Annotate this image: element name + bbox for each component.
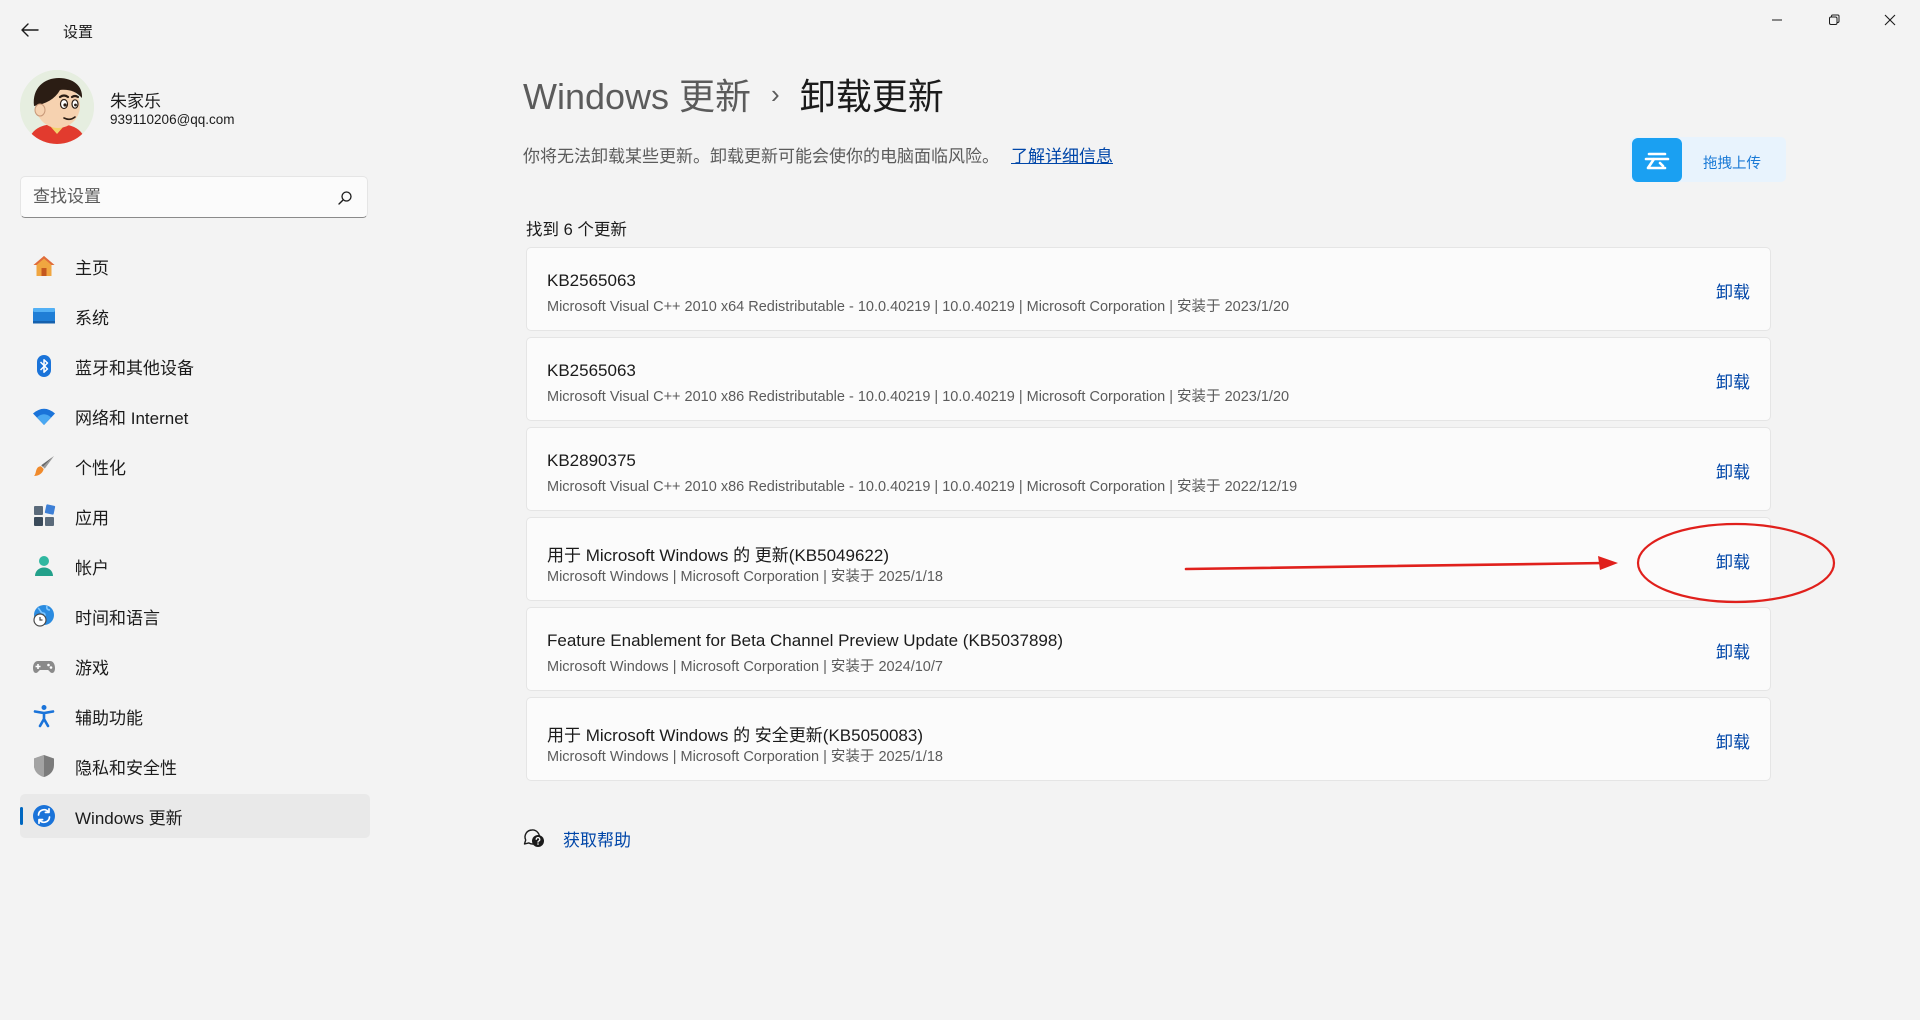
breadcrumb-parent[interactable]: Windows 更新 bbox=[523, 68, 751, 120]
system-icon bbox=[33, 308, 55, 324]
update-row: Feature Enablement for Beta Channel Prev… bbox=[526, 607, 1771, 691]
accessibility-icon bbox=[33, 705, 55, 728]
sidebar-item-windows-update[interactable]: Windows 更新 bbox=[20, 794, 370, 838]
description-text: 你将无法卸载某些更新。卸载更新可能会使你的电脑面临风险。 bbox=[523, 147, 999, 166]
update-row: KB2565063 Microsoft Visual C++ 2010 x64 … bbox=[526, 247, 1771, 331]
sidebar-item-label: 辅助功能 bbox=[75, 708, 143, 728]
page-description: 你将无法卸载某些更新。卸载更新可能会使你的电脑面临风险。 了解详细信息 bbox=[523, 142, 1113, 167]
sidebar-item-bluetooth[interactable]: 蓝牙和其他设备 bbox=[20, 344, 370, 388]
sidebar-item-gaming[interactable]: 游戏 bbox=[20, 644, 370, 688]
search-icon[interactable] bbox=[337, 190, 353, 206]
app-title: 设置 bbox=[63, 24, 94, 41]
page-title: 卸载更新 bbox=[799, 76, 944, 117]
uninstall-button[interactable]: 卸载 bbox=[1714, 456, 1752, 484]
title-bar: 设置 bbox=[0, 0, 1920, 60]
minimize-icon bbox=[1772, 19, 1782, 21]
breadcrumb: Windows 更新 › 卸载更新 bbox=[523, 70, 944, 118]
sidebar-item-personalization[interactable]: 个性化 bbox=[20, 444, 370, 488]
settings-search[interactable] bbox=[20, 176, 368, 218]
update-list: KB2565063 Microsoft Visual C++ 2010 x64 … bbox=[526, 247, 1771, 787]
globe-clock-icon bbox=[33, 605, 54, 627]
sidebar-item-label: 网络和 Internet bbox=[75, 408, 189, 428]
account-icon bbox=[35, 556, 53, 576]
update-title: 用于 Microsoft Windows 的 安全更新(KB5050083) bbox=[547, 726, 923, 745]
sidebar-item-apps[interactable]: 应用 bbox=[20, 494, 370, 538]
update-row: KB2890375 Microsoft Visual C++ 2010 x86 … bbox=[526, 427, 1771, 511]
update-details: Microsoft Visual C++ 2010 x64 Redistribu… bbox=[547, 299, 1290, 315]
sidebar-item-system[interactable]: 系统 bbox=[20, 294, 370, 338]
get-help-link[interactable]: 获取帮助 bbox=[523, 824, 631, 852]
uninstall-button[interactable]: 卸载 bbox=[1714, 276, 1752, 304]
avatar[interactable] bbox=[20, 70, 94, 144]
wifi-icon bbox=[33, 408, 55, 425]
drag-upload-widget[interactable]: 拖拽上传 bbox=[1630, 137, 1786, 182]
update-title: Feature Enablement for Beta Channel Prev… bbox=[547, 631, 1063, 650]
restore-button[interactable] bbox=[1806, 0, 1862, 40]
sidebar-item-label: 系统 bbox=[75, 308, 109, 328]
sidebar-item-time-language[interactable]: 时间和语言 bbox=[20, 594, 370, 638]
sidebar-nav: 主页 系统 蓝牙和其他设备 网络和 Internet 个性化 应用 帐户 时间和… bbox=[20, 244, 370, 844]
update-count: 找到 6 个更新 bbox=[526, 221, 627, 239]
update-row: 用于 Microsoft Windows 的 更新(KB5049622) Mic… bbox=[526, 517, 1771, 601]
sidebar-item-label: 应用 bbox=[75, 508, 109, 528]
sidebar-item-label: 时间和语言 bbox=[75, 608, 160, 628]
update-title: KB2890375 bbox=[547, 451, 636, 470]
sidebar-item-home[interactable]: 主页 bbox=[20, 244, 370, 288]
user-profile[interactable]: 朱家乐 939110206@qq.com bbox=[20, 70, 360, 146]
sidebar-item-privacy[interactable]: 隐私和安全性 bbox=[20, 744, 370, 788]
sidebar-item-accounts[interactable]: 帐户 bbox=[20, 544, 370, 588]
update-title: KB2565063 bbox=[547, 271, 636, 290]
uninstall-button[interactable]: 卸载 bbox=[1714, 546, 1752, 574]
breadcrumb-separator: › bbox=[771, 78, 780, 109]
avatar-cartoon-icon bbox=[20, 70, 94, 144]
brush-icon bbox=[34, 456, 54, 476]
uninstall-button[interactable]: 卸载 bbox=[1714, 636, 1752, 664]
sidebar-item-label: 隐私和安全性 bbox=[75, 758, 177, 778]
update-details: Microsoft Windows | Microsoft Corporatio… bbox=[547, 569, 943, 585]
update-details: Microsoft Windows | Microsoft Corporatio… bbox=[547, 749, 943, 765]
upload-label: 拖拽上传 bbox=[1703, 156, 1761, 172]
back-arrow-icon bbox=[21, 23, 39, 37]
update-row: KB2565063 Microsoft Visual C++ 2010 x86 … bbox=[526, 337, 1771, 421]
cloud-glyph-icon bbox=[1644, 152, 1670, 170]
update-title: 用于 Microsoft Windows 的 更新(KB5049622) bbox=[547, 546, 889, 565]
sidebar-item-label: Windows 更新 bbox=[75, 808, 183, 828]
shield-icon bbox=[34, 755, 54, 777]
sidebar-item-label: 蓝牙和其他设备 bbox=[75, 358, 194, 378]
bluetooth-icon bbox=[37, 355, 51, 377]
sidebar-item-label: 主页 bbox=[75, 258, 109, 278]
update-title: KB2565063 bbox=[547, 361, 636, 380]
update-details: Microsoft Windows | Microsoft Corporatio… bbox=[547, 659, 943, 675]
back-button[interactable] bbox=[14, 16, 46, 44]
sidebar-item-label: 游戏 bbox=[75, 658, 109, 678]
sidebar-item-label: 个性化 bbox=[75, 458, 126, 478]
uninstall-button[interactable]: 卸载 bbox=[1714, 366, 1752, 394]
home-icon bbox=[33, 256, 55, 276]
windows-update-icon bbox=[33, 805, 55, 827]
cloud-upload-icon bbox=[1632, 138, 1682, 182]
gamepad-icon bbox=[33, 661, 55, 673]
restore-icon bbox=[1829, 14, 1840, 25]
close-button[interactable] bbox=[1862, 0, 1918, 40]
sidebar-item-accessibility[interactable]: 辅助功能 bbox=[20, 694, 370, 738]
learn-more-link[interactable]: 了解详细信息 bbox=[1011, 147, 1113, 166]
update-row: 用于 Microsoft Windows 的 安全更新(KB5050083) M… bbox=[526, 697, 1771, 781]
help-label: 获取帮助 bbox=[563, 830, 631, 850]
uninstall-button[interactable]: 卸载 bbox=[1714, 726, 1752, 754]
close-icon bbox=[1884, 14, 1896, 26]
help-icon bbox=[523, 829, 544, 847]
sidebar-item-network[interactable]: 网络和 Internet bbox=[20, 394, 370, 438]
user-name: 朱家乐 bbox=[110, 92, 161, 111]
minimize-button[interactable] bbox=[1749, 0, 1805, 40]
user-email: 939110206@qq.com bbox=[110, 112, 235, 127]
apps-icon bbox=[34, 504, 56, 526]
search-input[interactable] bbox=[33, 177, 333, 217]
update-details: Microsoft Visual C++ 2010 x86 Redistribu… bbox=[547, 389, 1290, 405]
update-details: Microsoft Visual C++ 2010 x86 Redistribu… bbox=[547, 479, 1298, 495]
sidebar-item-label: 帐户 bbox=[75, 558, 109, 578]
